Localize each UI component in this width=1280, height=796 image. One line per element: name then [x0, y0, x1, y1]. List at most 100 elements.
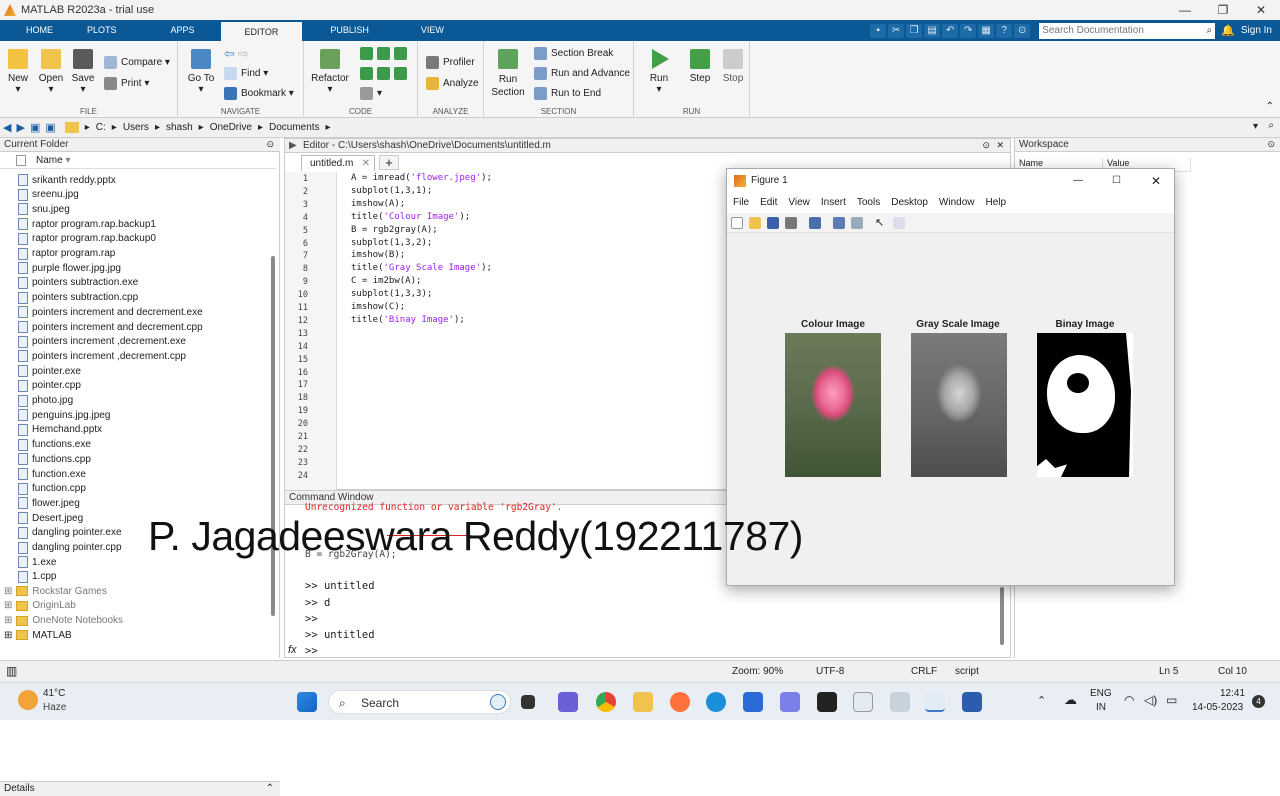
open-button[interactable]: Open ▾	[36, 49, 66, 95]
back-forward-arrows[interactable]: ⇦ ⇨	[224, 46, 249, 62]
find-button[interactable]: Find ▾	[224, 67, 268, 80]
figure-menu-file[interactable]: File	[733, 193, 749, 213]
folder-item[interactable]: ⊞ OriginLab	[4, 600, 76, 611]
file-item[interactable]: snu.jpeg	[18, 203, 70, 216]
run-section-button[interactable]: Run Section	[488, 49, 528, 99]
terminal-icon[interactable]	[817, 692, 837, 712]
workspace-menu-icon[interactable]: ⊙	[1267, 139, 1275, 150]
code-more[interactable]: ▾	[360, 87, 382, 100]
matlab-taskbar-icon[interactable]	[925, 692, 945, 712]
crumb-onedrive[interactable]: OneDrive	[210, 122, 252, 133]
language-indicator[interactable]: ENG	[1090, 688, 1112, 699]
bell-icon[interactable]: 🔔	[1221, 24, 1235, 37]
figure-menu-window[interactable]: Window	[939, 193, 975, 213]
code-line[interactable]: subplot(1,3,2);	[351, 238, 432, 248]
stop-button[interactable]: Stop	[720, 49, 746, 84]
tab-view[interactable]: VIEW	[407, 20, 458, 41]
compare-button[interactable]: Compare ▾	[104, 56, 170, 69]
cut-icon[interactable]: ✂	[888, 23, 905, 38]
code-line[interactable]: title('Binay Image');	[351, 315, 465, 325]
details-panel[interactable]: Details ⌃	[0, 781, 280, 796]
crumb-shash[interactable]: shash	[166, 122, 193, 133]
path-dropdown-icon[interactable]: ▾	[1253, 121, 1258, 132]
file-item[interactable]: functions.cpp	[18, 453, 91, 466]
weather-desc[interactable]: Haze	[43, 702, 66, 713]
file-item[interactable]: pointers increment ,decrement.cpp	[18, 350, 186, 363]
figure-menu-desktop[interactable]: Desktop	[891, 193, 928, 213]
help-icon[interactable]: ?	[996, 23, 1013, 38]
taskbar-search[interactable]: ⌕ Search	[328, 690, 511, 714]
expand-icon[interactable]: ⊞	[4, 630, 12, 641]
file-item[interactable]: Hemchand.pptx	[18, 423, 102, 436]
expand-icon[interactable]: ⊞	[4, 615, 12, 626]
folder-column-header[interactable]: Name ▾	[0, 153, 276, 169]
indent-icon[interactable]	[377, 67, 390, 80]
tab-home[interactable]: HOME	[0, 20, 73, 41]
code-line[interactable]: C = im2bw(A);	[351, 276, 421, 286]
copilot-icon[interactable]	[780, 692, 800, 712]
paste-icon[interactable]: ▤	[924, 23, 941, 38]
file-item[interactable]: penguins.jpg.jpeg	[18, 409, 110, 422]
fx-icon[interactable]: fx	[288, 644, 297, 656]
up-folder-icon[interactable]: ▣	[30, 121, 40, 134]
run-end-button[interactable]: Run to End	[534, 87, 601, 100]
editor-close-icon[interactable]: ✕	[996, 140, 1004, 151]
file-item[interactable]: dangling pointer.cpp	[18, 541, 122, 554]
code-line[interactable]: A = imread('flower.jpeg');	[351, 173, 492, 183]
open-file-icon[interactable]	[749, 217, 761, 229]
folder-scrollbar[interactable]	[271, 256, 275, 616]
folder-item[interactable]: ⊞ MATLAB	[4, 630, 72, 641]
file-item[interactable]: purple flower.jpg.jpg	[18, 262, 121, 275]
new-figure-icon[interactable]	[731, 217, 743, 229]
code-line[interactable]: B = rgb2gray(A);	[351, 225, 438, 235]
file-item[interactable]: pointer.exe	[18, 365, 81, 378]
word-icon[interactable]	[962, 692, 982, 712]
wifi-icon[interactable]: ◠	[1124, 693, 1134, 707]
close-button[interactable]: ✕	[1242, 0, 1280, 20]
tab-close-icon[interactable]: ✕	[362, 156, 370, 171]
profiler-button[interactable]: Profiler	[426, 56, 475, 69]
new-button[interactable]: New ▾	[6, 49, 30, 95]
file-item[interactable]: sreenu.jpg	[18, 188, 79, 201]
figure-menu-tools[interactable]: Tools	[857, 193, 880, 213]
maximize-button[interactable]: ❐	[1204, 0, 1242, 20]
save-figure-icon[interactable]	[767, 217, 779, 229]
weather-sun-icon[interactable]	[18, 690, 38, 710]
figure-menu-edit[interactable]: Edit	[760, 193, 777, 213]
editor-menu-icon[interactable]: ⊙	[982, 140, 990, 151]
save-button[interactable]: Save ▾	[70, 49, 96, 95]
tab-apps[interactable]: APPS	[157, 20, 221, 41]
goto-button[interactable]: Go To ▾	[184, 49, 218, 95]
expand-icon[interactable]: ⊞	[4, 600, 12, 611]
volume-icon[interactable]: ◁)	[1144, 693, 1157, 707]
file-item[interactable]: pointers subtraction.cpp	[18, 291, 138, 304]
region-indicator[interactable]: IN	[1096, 702, 1106, 713]
editor-tab-untitled[interactable]: untitled.m ✕	[301, 155, 375, 171]
code-line[interactable]: imshow(B);	[351, 250, 405, 260]
bookmark-button[interactable]: Bookmark ▾	[224, 87, 294, 100]
clock-date[interactable]: 14-05-2023	[1192, 702, 1243, 713]
browse-folder-icon[interactable]: ▣	[45, 121, 55, 134]
section-break-button[interactable]: Section Break	[534, 47, 613, 60]
outdent-icon[interactable]	[394, 67, 407, 80]
forward-icon[interactable]: ▶	[16, 121, 24, 134]
figure-maximize-button[interactable]: ☐	[1112, 169, 1121, 193]
forward-arrow-icon[interactable]: ⇨	[238, 46, 249, 62]
smart-indent-icon[interactable]	[360, 67, 373, 80]
file-explorer-icon[interactable]	[633, 692, 653, 712]
windows-start-icon[interactable]	[297, 692, 317, 712]
analyze-button[interactable]: Analyze	[426, 77, 479, 90]
code-line[interactable]: subplot(1,3,1);	[351, 186, 432, 196]
file-item[interactable]: 1.exe	[18, 556, 56, 569]
code-line[interactable]: imshow(C);	[351, 302, 405, 312]
tab-plots[interactable]: PLOTS	[73, 20, 157, 41]
firefox-icon[interactable]	[670, 692, 690, 712]
colorbar-icon[interactable]	[833, 217, 845, 229]
run-advance-button[interactable]: Run and Advance	[534, 67, 630, 80]
breadcrumb[interactable]: ▸ C: ▸ Users ▸ shash ▸ OneDrive ▸ Documents ▸	[64, 122, 337, 133]
file-item[interactable]: Desert.jpeg	[18, 512, 83, 525]
edge-icon[interactable]	[706, 692, 726, 712]
notification-badge[interactable]: 4	[1252, 695, 1265, 708]
back-arrow-icon[interactable]: ⇦	[224, 46, 235, 62]
minimize-button[interactable]: —	[1166, 0, 1204, 20]
